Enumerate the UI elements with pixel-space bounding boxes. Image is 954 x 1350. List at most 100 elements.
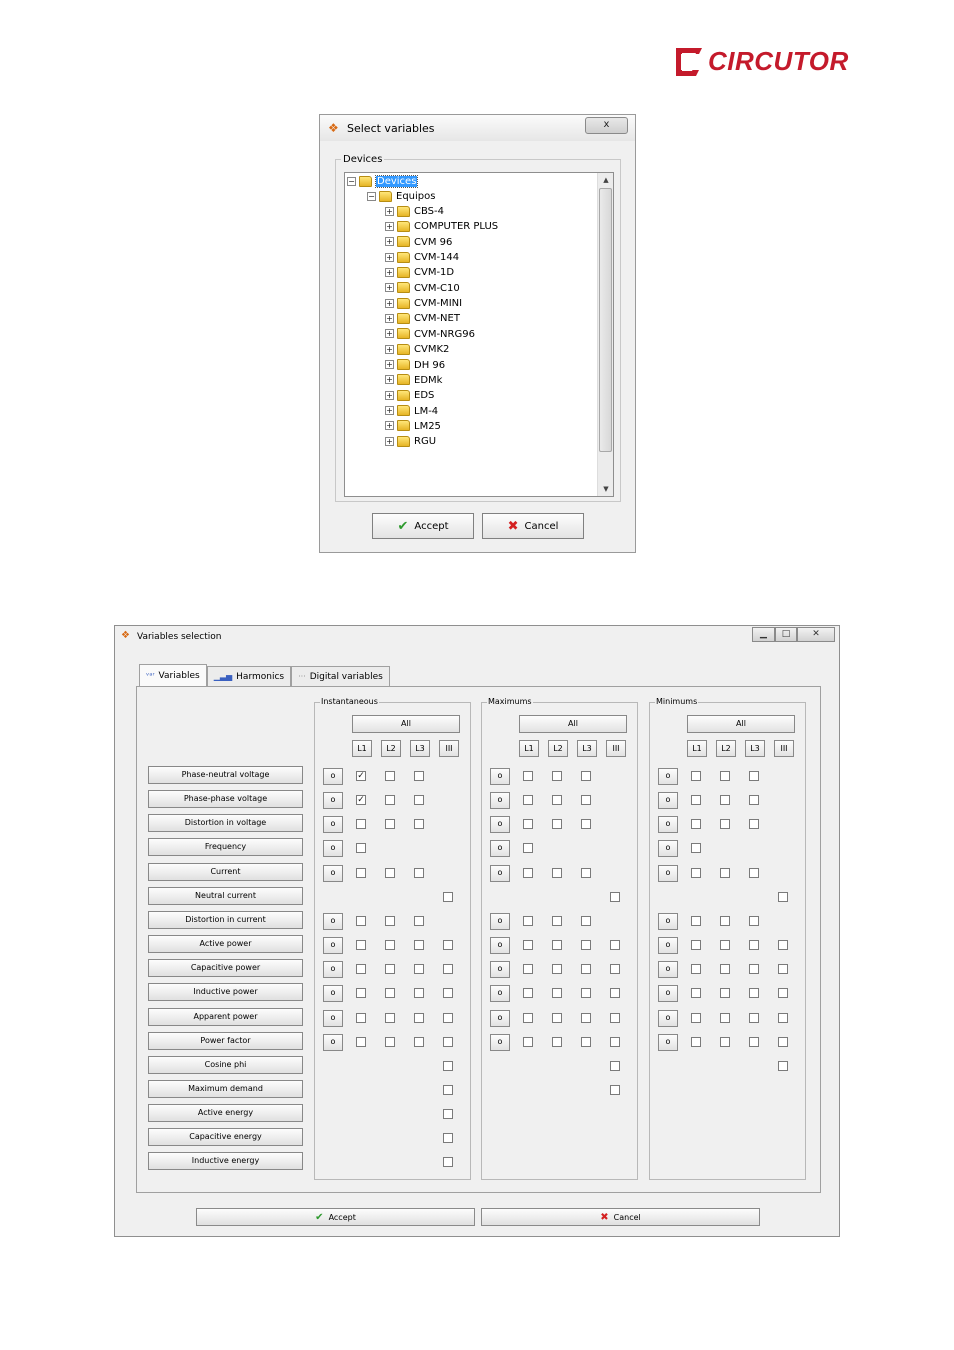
row-select-button[interactable]: o [323,937,343,955]
checkbox[interactable] [720,988,730,999]
checkbox[interactable] [414,964,424,975]
checkbox[interactable] [385,1036,395,1047]
close-icon[interactable]: ✕ [797,627,835,642]
checkbox[interactable] [610,1012,620,1023]
checkbox[interactable] [749,964,759,975]
variable-button[interactable]: Active power [148,935,303,954]
line-button[interactable]: L3 [410,740,430,757]
expand-icon[interactable]: + [385,298,394,308]
checkbox[interactable] [691,795,701,806]
checkbox[interactable] [414,1012,424,1023]
vertical-scrollbar[interactable]: ▲ ▼ [597,173,613,496]
checkbox[interactable] [691,1036,701,1047]
checkbox[interactable] [443,1157,453,1168]
tree-device-node[interactable]: + CVMK2 [385,343,449,357]
checkbox[interactable] [720,1012,730,1023]
checkbox[interactable] [778,1036,788,1047]
checkbox[interactable] [749,771,759,781]
row-select-button[interactable]: o [658,912,678,930]
scroll-down-arrow-icon[interactable]: ▼ [598,482,614,496]
device-label[interactable]: CVM-NET [414,313,460,324]
tree-device-node[interactable]: + CVM 96 [385,236,452,250]
checkbox[interactable] [552,964,562,975]
checkbox[interactable] [385,964,395,975]
checkbox[interactable] [385,867,395,878]
row-select-button[interactable]: o [658,816,678,834]
checkbox[interactable] [523,988,533,999]
row-select-button[interactable]: o [323,985,343,1003]
checkbox[interactable] [720,964,730,975]
minimize-icon[interactable]: ▁ [752,627,775,642]
checkbox[interactable] [581,1036,591,1047]
checkbox[interactable] [414,915,424,926]
row-select-button[interactable]: o [323,912,343,930]
checkbox[interactable] [610,940,620,951]
checkbox[interactable] [523,795,533,806]
checkbox[interactable] [414,867,424,878]
checkbox[interactable] [385,771,395,781]
close-button[interactable]: x [585,117,628,134]
line-button[interactable]: L2 [716,740,736,757]
row-select-button[interactable]: o [323,1009,343,1027]
checkbox[interactable] [414,771,424,781]
checkbox[interactable] [610,891,620,902]
row-select-button[interactable]: o [490,1033,510,1051]
cancel-button[interactable]: ✖ Cancel [481,1208,760,1226]
checkbox[interactable] [356,1012,366,1023]
checkbox[interactable] [581,795,591,806]
line-button[interactable]: L3 [745,740,765,757]
expand-icon[interactable]: + [385,390,394,400]
variable-button[interactable]: Phase-phase voltage [148,790,303,809]
checkbox[interactable] [720,1036,730,1047]
variable-button[interactable]: Capacitive power [148,959,303,978]
checkbox[interactable] [749,940,759,951]
checkbox[interactable] [581,915,591,926]
expand-icon[interactable]: + [385,406,394,416]
row-select-button[interactable]: o [490,985,510,1003]
tree-device-node[interactable]: + CBS-4 [385,205,444,219]
tree-device-node[interactable]: + CVM-MINI [385,297,462,311]
expand-icon[interactable]: + [385,313,394,323]
accept-button[interactable]: ✔ Accept [196,1208,475,1226]
checkbox[interactable] [356,843,366,854]
variable-button[interactable]: Inductive power [148,983,303,1002]
row-select-button[interactable]: o [490,864,510,882]
checkbox[interactable] [778,988,788,999]
variable-button[interactable]: Inductive energy [148,1152,303,1171]
device-label[interactable]: CVM-144 [414,252,459,263]
tree-device-node[interactable]: + CVM-C10 [385,282,460,296]
checkbox[interactable] [385,795,395,806]
tree-device-node[interactable]: + CVM-1D [385,266,454,280]
tree-folder-node[interactable]: − Equipos [367,190,435,204]
tree-device-node[interactable]: + CVM-NET [385,312,460,326]
checkbox[interactable] [691,988,701,999]
checkbox[interactable] [749,867,759,878]
checkbox[interactable] [581,1012,591,1023]
checkbox[interactable] [691,819,701,830]
checkbox[interactable] [691,771,701,781]
checkbox[interactable] [720,795,730,806]
checkbox[interactable] [581,940,591,951]
device-label[interactable]: DH 96 [414,360,445,371]
row-select-button[interactable]: o [490,1009,510,1027]
variable-button[interactable]: Distortion in current [148,910,303,929]
tree-device-node[interactable]: + DH 96 [385,359,445,373]
row-select-button[interactable]: o [323,1033,343,1051]
all-button[interactable]: All [687,715,795,733]
checkbox[interactable] [581,988,591,999]
line-button[interactable]: III [774,740,794,757]
checkbox[interactable] [523,915,533,926]
checkbox[interactable] [581,771,591,781]
tab-variables[interactable]: ᵛᵃʳ Variables [139,664,207,686]
device-label[interactable]: CVM-MINI [414,298,462,309]
variable-button[interactable]: Power factor [148,1031,303,1050]
checkbox[interactable] [749,795,759,806]
cancel-button[interactable]: ✖ Cancel [482,513,584,539]
checkbox[interactable] [356,988,366,999]
device-label[interactable]: COMPUTER PLUS [414,221,498,232]
checkbox[interactable] [720,940,730,951]
tree-device-node[interactable]: + CVM-144 [385,251,459,265]
device-label[interactable]: CVM-1D [414,267,454,278]
checkbox[interactable] [523,964,533,975]
all-button[interactable]: All [519,715,627,733]
